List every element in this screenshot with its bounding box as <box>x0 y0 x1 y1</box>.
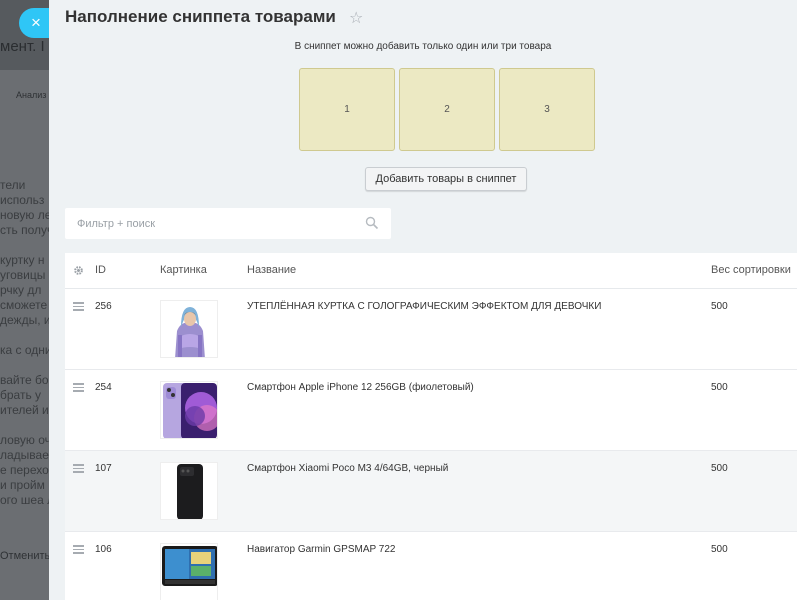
row-sort: 500 <box>711 544 728 555</box>
table-row[interactable]: 107 Смартфон Xiaomi Poco M3 4/64GB, черн… <box>65 451 797 532</box>
table-header: ID Картинка Название Вес сортировки <box>65 253 797 289</box>
garmin-navigator-image <box>160 543 218 600</box>
row-sort: 500 <box>711 301 728 312</box>
row-name[interactable]: Смартфон Xiaomi Poco M3 4/64GB, черный <box>247 463 448 474</box>
snippet-slots: 1 2 3 <box>299 68 595 151</box>
search-icon[interactable] <box>365 216 379 230</box>
xiaomi-black-image <box>160 462 218 520</box>
star-icon[interactable]: ☆ <box>349 8 363 28</box>
row-name[interactable]: Смартфон Apple iPhone 12 256GB (фиолетов… <box>247 382 474 393</box>
row-id: 106 <box>95 544 112 555</box>
snippet-slot-1[interactable]: 1 <box>299 68 395 151</box>
row-sort: 500 <box>711 382 728 393</box>
column-sort[interactable]: Вес сортировки <box>711 264 791 276</box>
snippet-panel: Наполнение сниппета товарами ☆ В сниппет… <box>49 0 797 600</box>
background-title: мент. I <box>0 38 45 55</box>
add-products-button[interactable]: Добавить товары в сниппет <box>365 167 527 191</box>
background-tab: Анализ <box>16 90 47 100</box>
row-id: 107 <box>95 463 112 474</box>
drag-handle-icon[interactable] <box>73 545 84 554</box>
iphone-purple-image <box>160 381 218 439</box>
snippet-slot-3[interactable]: 3 <box>499 68 595 151</box>
background-cancel-text: Отменить <box>0 550 51 562</box>
row-sort: 500 <box>711 463 728 474</box>
table-row[interactable]: 254 Смартфон Apple iPhone 12 256GB (фиол… <box>65 370 797 451</box>
girl-jacket-image <box>160 300 218 358</box>
column-picture[interactable]: Картинка <box>160 264 207 276</box>
row-name[interactable]: УТЕПЛЁННАЯ КУРТКА С ГОЛОГРАФИЧЕСКИМ ЭФФЕ… <box>247 301 601 312</box>
column-id[interactable]: ID <box>95 264 106 276</box>
snippet-hint: В сниппет можно добавить только один или… <box>294 41 552 52</box>
row-name[interactable]: Навигатор Garmin GPSMAP 722 <box>247 544 395 555</box>
products-table: ID Картинка Название Вес сортировки 256 <box>65 253 797 600</box>
row-id: 254 <box>95 382 112 393</box>
drag-handle-icon[interactable] <box>73 464 84 473</box>
search-input[interactable] <box>65 217 355 230</box>
row-id: 256 <box>95 301 112 312</box>
column-name[interactable]: Название <box>247 264 296 276</box>
page-title: Наполнение сниппета товарами <box>65 7 336 26</box>
search-box <box>65 208 391 239</box>
gear-icon[interactable] <box>73 265 84 276</box>
close-icon[interactable]: × <box>19 8 49 38</box>
drag-handle-icon[interactable] <box>73 383 84 392</box>
table-row[interactable]: 106 Навигатор Garmin GPSMAP 722 500 <box>65 532 797 600</box>
drag-handle-icon[interactable] <box>73 302 84 311</box>
table-row[interactable]: 256 УТЕПЛЁННАЯ КУРТКА С ГОЛОГРАФИЧЕСКИМ … <box>65 289 797 370</box>
snippet-slot-2[interactable]: 2 <box>399 68 495 151</box>
